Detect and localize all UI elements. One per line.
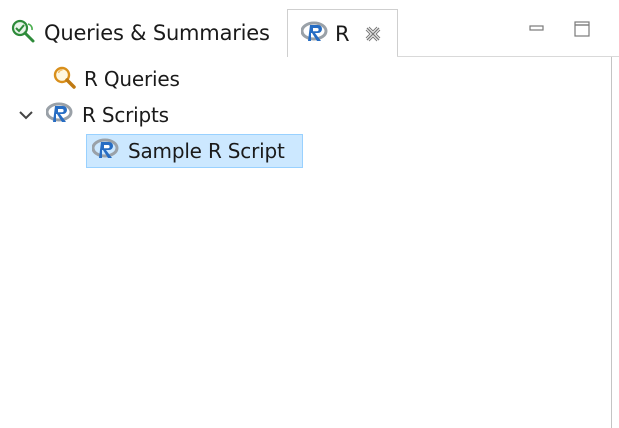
tree-item-label: Sample R Script xyxy=(128,139,285,163)
maximize-button[interactable] xyxy=(573,20,591,38)
chevron-down-icon[interactable] xyxy=(16,105,36,125)
r-logo-icon xyxy=(300,20,329,48)
panel-right-border xyxy=(611,57,612,428)
queries-summaries-icon xyxy=(10,18,36,48)
r-logo-icon xyxy=(45,101,74,129)
tree-item-r-queries[interactable]: R Queries xyxy=(52,61,180,97)
tree-item-label: R Queries xyxy=(84,67,180,91)
minimize-button[interactable] xyxy=(528,20,546,38)
r-logo-icon xyxy=(91,137,120,165)
tree-item-r-scripts[interactable]: R Scripts xyxy=(16,97,169,133)
r-view-panel: Queries & Summaries R R Queries R Script… xyxy=(0,0,619,428)
tab-queries-summaries[interactable]: Queries & Summaries xyxy=(0,10,287,56)
tab-label: Queries & Summaries xyxy=(44,21,270,45)
r-tree-view[interactable]: R Queries R Scripts Sample R Script xyxy=(0,57,611,428)
maximize-icon xyxy=(574,21,590,37)
tree-item-sample-r-script[interactable]: Sample R Script xyxy=(86,134,303,168)
tree-item-label: R Scripts xyxy=(82,103,169,127)
tab-label: R xyxy=(335,21,350,46)
magnifier-icon xyxy=(52,65,76,93)
minimize-icon xyxy=(529,25,544,31)
tab-r[interactable]: R xyxy=(287,9,398,57)
close-icon[interactable] xyxy=(363,24,383,44)
view-tab-bar: Queries & Summaries R xyxy=(0,0,619,57)
